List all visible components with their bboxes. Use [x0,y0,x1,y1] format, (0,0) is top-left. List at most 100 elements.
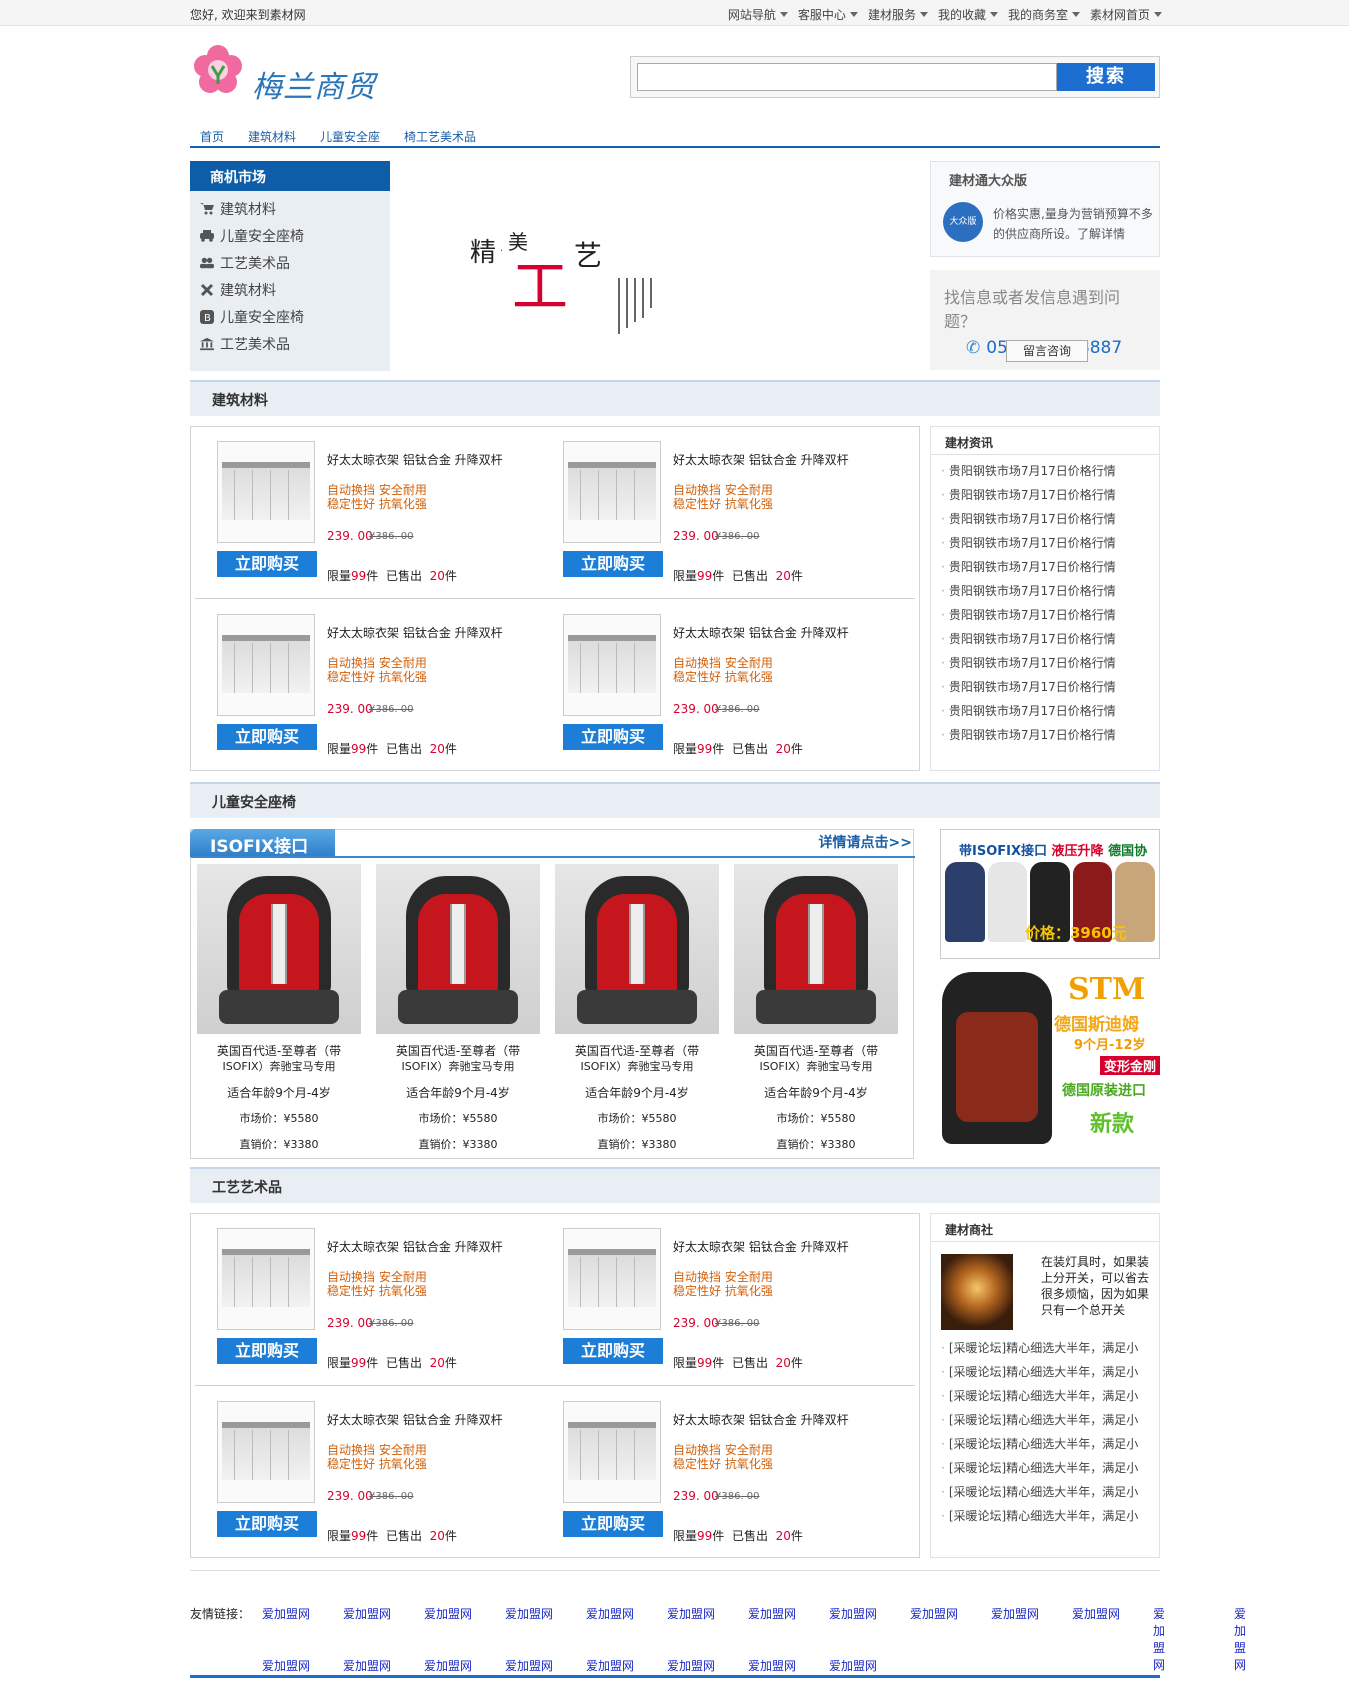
product-title[interactable]: 好太太晾衣架 铝钛合金 升降双杆 [327,1238,503,1255]
friend-link[interactable]: 爱加盟网 [667,1657,715,1674]
product-title[interactable]: 好太太晾衣架 铝钛合金 升降双杆 [673,1238,849,1255]
forum-item[interactable]: [采暖论坛]精心细选大半年，满足小 [931,1360,1161,1384]
friend-link[interactable]: 爱加盟网 [343,1657,391,1674]
news-item[interactable]: 贵阳钢铁市场7月17日价格行情 [931,459,1159,483]
friend-link[interactable]: 爱加盟网 [910,1605,958,1622]
friend-link[interactable]: 爱加盟网 [829,1605,877,1622]
friend-link[interactable]: 爱加盟网 [748,1657,796,1674]
news-item[interactable]: 贵阳钢铁市场7月17日价格行情 [931,579,1159,603]
product-title[interactable]: 好太太晾衣架 铝钛合金 升降双杆 [327,451,503,468]
seat-image[interactable] [734,864,898,1034]
news-item[interactable]: 贵阳钢铁市场7月17日价格行情 [931,675,1159,699]
forum-item[interactable]: [采暖论坛]精心细选大半年，满足小 [931,1408,1161,1432]
friend-link[interactable]: 爱加盟网 [586,1605,634,1622]
more-link[interactable]: 详情请点击>> [819,832,914,852]
top-nav-service[interactable]: 客服中心 [798,6,858,23]
lamp-image[interactable] [941,1254,1013,1330]
buy-now-button[interactable]: 立即购买 [563,1338,663,1364]
seat-name[interactable]: 英国百代适-至尊者（带 [728,1042,904,1059]
nav-home[interactable]: 首页 [190,122,234,146]
sidebar-item-building-2[interactable]: 建筑材料 [190,276,390,303]
friend-link[interactable]: 爱加盟网 [1234,1605,1246,1673]
friend-link[interactable]: 爱加盟网 [505,1657,553,1674]
buy-now-button[interactable]: 立即购买 [217,1511,317,1537]
news-item[interactable]: 贵阳钢铁市场7月17日价格行情 [931,651,1159,675]
nav-building[interactable]: 建筑材料 [238,122,306,146]
friend-link[interactable]: 爱加盟网 [505,1605,553,1622]
friend-link[interactable]: 爱加盟网 [262,1605,310,1622]
top-nav-home[interactable]: 素材网首页 [1090,6,1162,23]
forum-item[interactable]: [采暖论坛]精心细选大半年，满足小 [931,1432,1161,1456]
friend-link[interactable]: 爱加盟网 [424,1605,472,1622]
news-item[interactable]: 贵阳钢铁市场7月17日价格行情 [931,531,1159,555]
friend-link[interactable]: 爱加盟网 [991,1605,1039,1622]
sidebar-item-seat[interactable]: 儿童安全座椅 [190,222,390,249]
news-item[interactable]: 贵阳钢铁市场7月17日价格行情 [931,699,1159,723]
search-input[interactable] [637,63,1057,91]
seat-image[interactable] [555,864,719,1034]
seat-name[interactable]: ISOFIX）奔驰宝马专用 [191,1058,367,1074]
info-box-desc[interactable]: 价格实惠,量身为营销预算不多的供应商所设。了解详情 [993,204,1153,244]
friend-link[interactable]: 爱加盟网 [667,1605,715,1622]
buy-now-button[interactable]: 立即购买 [217,724,317,750]
nav-child-seat[interactable]: 儿童安全座 [310,122,390,146]
top-nav-building[interactable]: 建材服务 [868,6,928,23]
friend-link[interactable]: 爱加盟网 [262,1657,310,1674]
top-nav-site[interactable]: 网站导航 [728,6,788,23]
product-title[interactable]: 好太太晾衣架 铝钛合金 升降双杆 [673,451,849,468]
sidebar-item-craft-2[interactable]: 工艺美术品 [190,330,390,357]
tab-isofix[interactable]: ISOFIX接口 [190,829,335,857]
friend-link[interactable]: 爱加盟网 [1153,1605,1165,1673]
seat-name[interactable]: 英国百代适-至尊者（带 [549,1042,725,1059]
sidebar-item-seat-2[interactable]: B 儿童安全座椅 [190,303,390,330]
news-item[interactable]: 贵阳钢铁市场7月17日价格行情 [931,507,1159,531]
news-item[interactable]: 贵阳钢铁市场7月17日价格行情 [931,555,1159,579]
product-image[interactable] [217,1228,315,1330]
seat-name[interactable]: 英国百代适-至尊者（带 [370,1042,546,1059]
forum-item[interactable]: [采暖论坛]精心细选大半年，满足小 [931,1336,1161,1360]
product-image[interactable] [217,614,315,716]
buy-now-button[interactable]: 立即购买 [563,551,663,577]
seat-name[interactable]: ISOFIX）奔驰宝马专用 [728,1058,904,1074]
product-image[interactable] [217,1401,315,1503]
product-title[interactable]: 好太太晾衣架 铝钛合金 升降双杆 [327,1411,503,1428]
forum-intro[interactable]: 在装灯具时，如果装上分开关，可以省去很多烦恼，因为如果只有一个总开关 [1041,1254,1155,1318]
site-logo[interactable]: 梅兰商贸 [190,42,400,105]
buy-now-button[interactable]: 立即购买 [563,724,663,750]
news-item[interactable]: 贵阳钢铁市场7月17日价格行情 [931,627,1159,651]
buy-now-button[interactable]: 立即购买 [217,1338,317,1364]
friend-link[interactable]: 爱加盟网 [748,1605,796,1622]
seat-name[interactable]: ISOFIX）奔驰宝马专用 [370,1058,546,1074]
top-nav-office[interactable]: 我的商务室 [1008,6,1080,23]
product-title[interactable]: 好太太晾衣架 铝钛合金 升降双杆 [673,1411,849,1428]
forum-item[interactable]: [采暖论坛]精心细选大半年，满足小 [931,1456,1161,1480]
sidebar-item-building[interactable]: 建筑材料 [190,195,390,222]
ad-stm[interactable]: STM 德国斯迪姆 9个月-12岁 变形金刚 德国原装进口 新款 [940,970,1160,1148]
buy-now-button[interactable]: 立即购买 [563,1511,663,1537]
friend-link[interactable]: 爱加盟网 [1072,1605,1120,1622]
nav-craft[interactable]: 椅工艺美术品 [394,122,486,146]
friend-link[interactable]: 爱加盟网 [424,1657,472,1674]
friend-link[interactable]: 爱加盟网 [829,1657,877,1674]
forum-item[interactable]: [采暖论坛]精心细选大半年，满足小 [931,1384,1161,1408]
forum-item[interactable]: [采暖论坛]精心细选大半年，满足小 [931,1504,1161,1528]
forum-item[interactable]: [采暖论坛]精心细选大半年，满足小 [931,1480,1161,1504]
product-image[interactable] [563,614,661,716]
news-item[interactable]: 贵阳钢铁市场7月17日价格行情 [931,603,1159,627]
product-image[interactable] [217,441,315,543]
news-item[interactable]: 贵阳钢铁市场7月17日价格行情 [931,483,1159,507]
news-item[interactable]: 贵阳钢铁市场7月17日价格行情 [931,723,1159,747]
friend-link[interactable]: 爱加盟网 [343,1605,391,1622]
seat-image[interactable] [197,864,361,1034]
search-button[interactable]: 搜索 [1057,63,1155,91]
product-image[interactable] [563,1401,661,1503]
product-title[interactable]: 好太太晾衣架 铝钛合金 升降双杆 [673,624,849,641]
ad-isofix[interactable]: 带ISOFIX接口 液压升降 德国协和 价格：3960元 [940,829,1160,959]
product-image[interactable] [563,441,661,543]
product-title[interactable]: 好太太晾衣架 铝钛合金 升降双杆 [327,624,503,641]
message-button[interactable]: 留言咨询 [1006,340,1088,362]
seat-image[interactable] [376,864,540,1034]
friend-link[interactable]: 爱加盟网 [586,1657,634,1674]
banner-image[interactable]: 精 · 美 工 艺 [470,222,690,342]
product-image[interactable] [563,1228,661,1330]
